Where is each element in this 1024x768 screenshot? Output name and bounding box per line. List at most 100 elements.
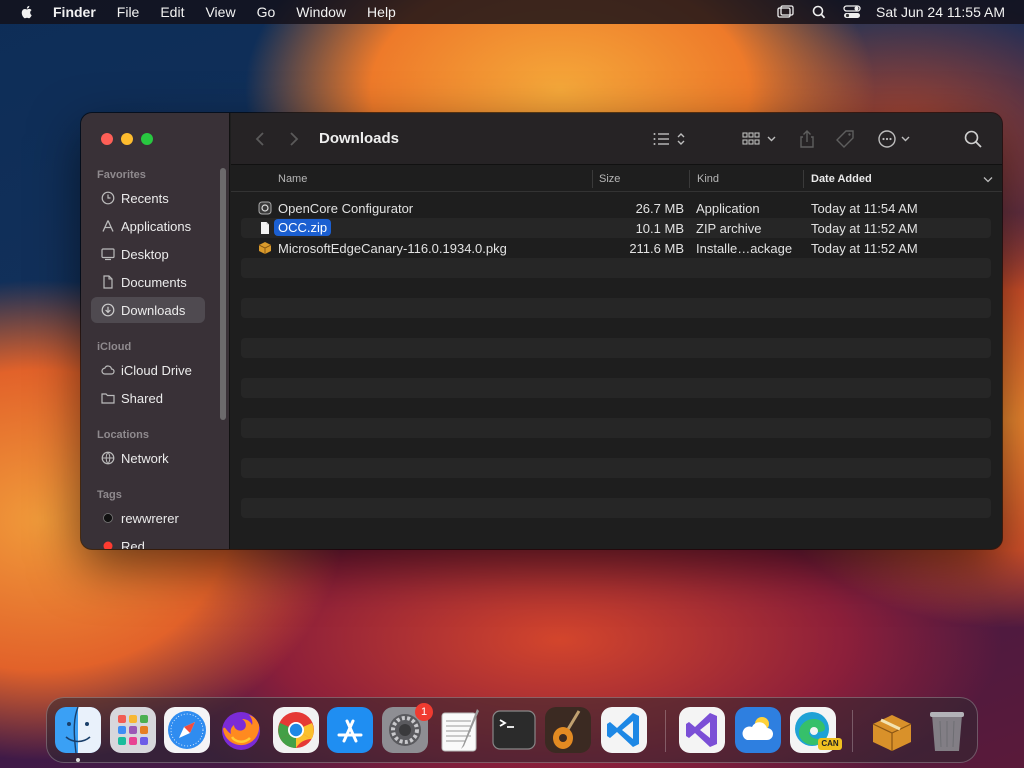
tag-icon[interactable] — [835, 129, 857, 149]
column-header-size[interactable]: Size — [599, 173, 620, 185]
window-controls — [101, 133, 153, 145]
sidebar-item-documents[interactable]: Documents — [91, 269, 205, 295]
sidebar-header-favorites: Favorites — [97, 169, 146, 181]
close-button[interactable] — [101, 133, 113, 145]
list-view-icon[interactable] — [652, 129, 690, 149]
sidebar-item-desktop[interactable]: Desktop — [91, 241, 205, 267]
column-divider[interactable] — [592, 170, 593, 188]
sidebar-item-label: rewwrerer — [121, 510, 179, 526]
forward-chevron-icon[interactable] — [287, 131, 301, 147]
sidebar-item-downloads[interactable]: Downloads — [91, 297, 205, 323]
screen-mirroring-icon[interactable] — [777, 5, 795, 19]
empty-row — [241, 358, 991, 378]
column-header-date-added[interactable]: Date Added — [811, 173, 872, 185]
finder-sidebar: Favorites Recents Applications Desktop D… — [81, 113, 230, 549]
control-center-icon[interactable] — [843, 5, 861, 19]
sidebar-item-label: Downloads — [121, 302, 186, 318]
empty-row — [241, 478, 991, 498]
chrome-icon[interactable] — [273, 707, 319, 753]
safari-icon[interactable] — [164, 707, 210, 753]
finder-icon[interactable] — [55, 707, 101, 753]
file-row[interactable]: MicrosoftEdgeCanary-116.0.1934.0.pkg 211… — [241, 238, 991, 258]
sort-chevron-down-icon[interactable] — [983, 176, 993, 183]
file-size: 211.6 MB — [629, 241, 684, 256]
textedit-icon[interactable] — [437, 707, 483, 753]
file-name: MicrosoftEdgeCanary-116.0.1934.0.pkg — [278, 241, 507, 256]
menu-clock[interactable]: Sat Jun 24 11:55 AM — [876, 4, 1005, 20]
share-icon[interactable] — [797, 129, 817, 149]
empty-row — [241, 518, 991, 538]
zoom-button[interactable] — [141, 133, 153, 145]
empty-row — [241, 438, 991, 458]
app-store-icon[interactable] — [327, 707, 373, 753]
empty-row — [241, 418, 991, 438]
file-name[interactable]: OCC.zip — [274, 219, 332, 236]
installer-icon[interactable] — [869, 707, 915, 753]
notification-badge: 1 — [415, 703, 433, 721]
sidebar-item-tag-rewwrerer[interactable]: rewwrerer — [91, 505, 205, 531]
column-header-kind[interactable]: Kind — [697, 173, 719, 185]
applications-icon — [102, 220, 114, 232]
sidebar-item-recents[interactable]: Recents — [91, 185, 205, 211]
tag-dot-icon — [103, 541, 113, 549]
terminal-icon[interactable] — [491, 707, 537, 753]
file-size: 10.1 MB — [635, 221, 684, 236]
launchpad-icon[interactable] — [110, 707, 156, 753]
apple-menu-icon[interactable] — [19, 4, 35, 20]
menu-help[interactable]: Help — [367, 4, 396, 20]
sidebar-item-label: Desktop — [121, 246, 169, 262]
menu-view[interactable]: View — [205, 4, 235, 20]
menu-file[interactable]: File — [117, 4, 140, 20]
tag-dot-icon — [103, 513, 113, 523]
spotlight-icon[interactable] — [810, 5, 828, 19]
file-date-added: Today at 11:52 AM — [811, 221, 918, 236]
firefox-icon[interactable] — [218, 707, 264, 753]
vscode-icon[interactable] — [601, 707, 647, 753]
file-list: OpenCore Configurator 26.7 MB Applicatio… — [241, 198, 991, 538]
sidebar-header-tags: Tags — [97, 489, 122, 501]
clock-icon — [101, 191, 115, 205]
sidebar-item-label: Applications — [121, 218, 192, 234]
sidebar-item-tag-red[interactable]: Red — [91, 533, 205, 549]
file-date-added: Today at 11:54 AM — [811, 201, 918, 216]
minimize-button[interactable] — [121, 133, 133, 145]
empty-row — [241, 458, 991, 478]
back-chevron-icon[interactable] — [253, 131, 267, 147]
more-actions-icon[interactable] — [877, 129, 915, 149]
sidebar-header-locations: Locations — [97, 429, 149, 441]
menu-app-name[interactable]: Finder — [53, 4, 96, 20]
empty-row — [241, 278, 991, 298]
file-row[interactable]: OpenCore Configurator 26.7 MB Applicatio… — [241, 198, 991, 218]
column-divider[interactable] — [689, 170, 690, 188]
empty-row — [241, 298, 991, 318]
file-kind: ZIP archive — [696, 221, 762, 236]
column-header-name[interactable]: Name — [278, 173, 307, 185]
menu-edit[interactable]: Edit — [160, 4, 184, 20]
column-divider[interactable] — [803, 170, 804, 188]
sidebar-item-icloud-drive[interactable]: iCloud Drive — [91, 357, 205, 383]
sidebar-item-network[interactable]: Network — [91, 445, 205, 471]
empty-row — [241, 318, 991, 338]
sidebar-item-applications[interactable]: Applications — [91, 213, 205, 239]
file-date-added: Today at 11:52 AM — [811, 241, 918, 256]
sidebar-header-icloud: iCloud — [97, 341, 132, 353]
trash-icon[interactable] — [924, 707, 970, 753]
network-icon — [101, 451, 115, 465]
weather-icon[interactable] — [735, 707, 781, 753]
file-row[interactable]: OCC.zip 10.1 MB ZIP archive Today at 11:… — [241, 218, 991, 238]
cloud-icon — [101, 365, 115, 375]
group-by-icon[interactable] — [741, 129, 779, 149]
sidebar-scrollbar[interactable] — [220, 168, 226, 420]
menu-go[interactable]: Go — [257, 4, 276, 20]
visual-studio-icon[interactable] — [679, 707, 725, 753]
menu-window[interactable]: Window — [296, 4, 346, 20]
file-kind: Application — [696, 201, 760, 216]
empty-row — [241, 258, 991, 278]
finder-content: Downloads Name Size Kind Date Added Open… — [231, 113, 1002, 549]
search-icon[interactable] — [963, 129, 983, 149]
sidebar-item-shared[interactable]: Shared — [91, 385, 205, 411]
empty-row — [241, 378, 991, 398]
finder-window: Favorites Recents Applications Desktop D… — [81, 113, 1002, 549]
sidebar-item-label: Shared — [121, 390, 163, 406]
garageband-icon[interactable] — [545, 707, 591, 753]
